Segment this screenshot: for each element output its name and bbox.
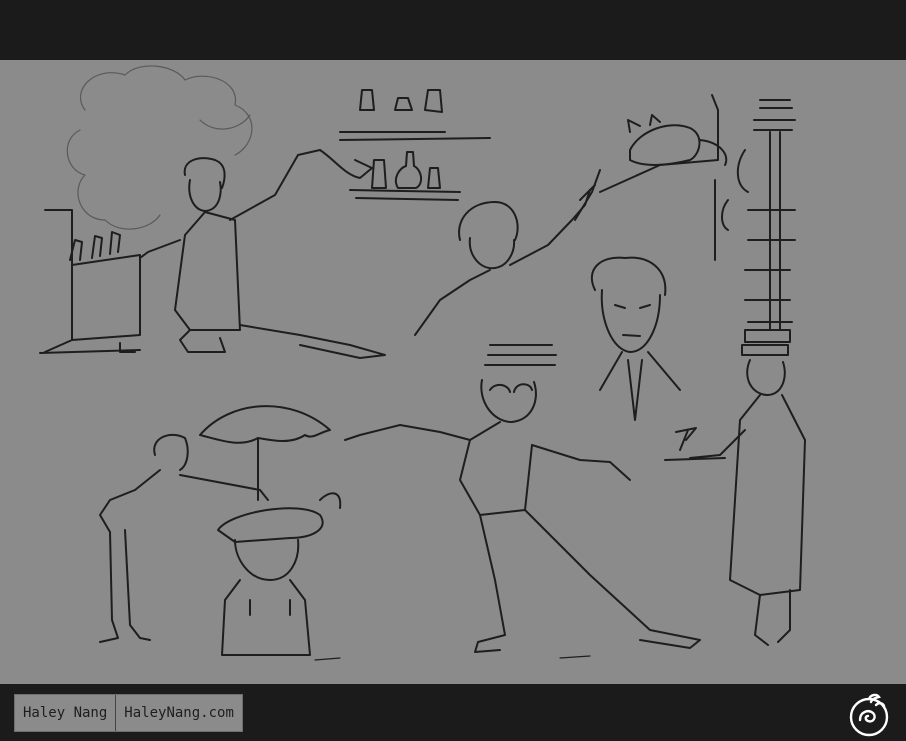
artist-site: HaleyNang.com — [124, 705, 234, 721]
swirl-sprout-logo-icon — [846, 692, 892, 738]
artist-credit: Haley Nang HaleyNang.com — [14, 694, 243, 732]
dancing-figure — [344, 344, 701, 653]
stove-sketch — [39, 209, 141, 354]
top-letterbox — [0, 0, 906, 60]
ground-scribbles — [314, 655, 591, 661]
chef-figure — [139, 149, 386, 359]
umbrella-figure — [99, 405, 331, 643]
image-frame: Haley Nang HaleyNang.com — [0, 0, 906, 741]
sketch-sheet — [0, 60, 906, 684]
book-stack-butler — [664, 99, 806, 646]
hat-figure — [217, 492, 342, 656]
steam-clouds — [66, 65, 253, 230]
potion-shelves — [339, 89, 491, 201]
boy-reaching — [414, 169, 601, 336]
sketch-drawing — [39, 65, 806, 661]
man-portrait — [590, 256, 681, 421]
rat-on-shelf — [599, 94, 729, 261]
artist-name: Haley Nang — [23, 705, 108, 721]
